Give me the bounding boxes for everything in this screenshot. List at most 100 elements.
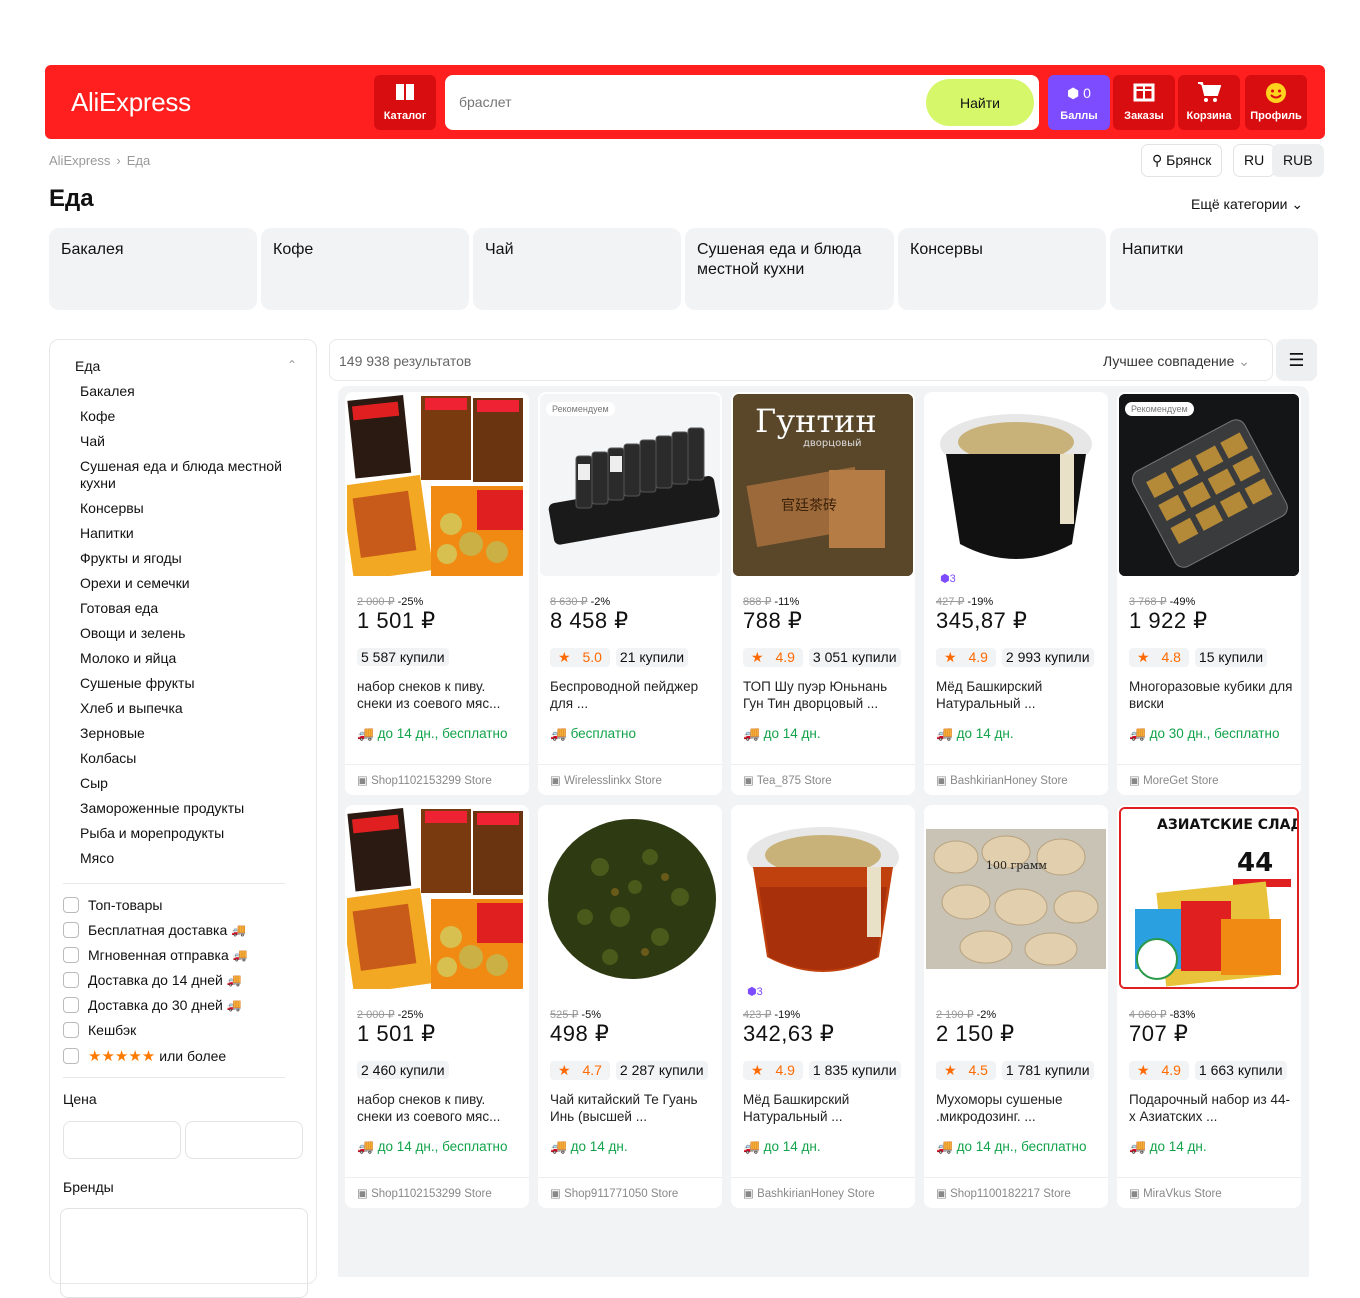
search-input[interactable] (459, 89, 919, 115)
sidebar-item[interactable]: Рыба и морепродукты (80, 825, 300, 842)
store-link[interactable]: ▣ Wirelesslinkx Store (538, 764, 722, 795)
product-image[interactable] (733, 807, 913, 989)
filter-instant-shipping[interactable]: Мгновенная отправка 🚚 (63, 947, 248, 963)
store-link[interactable]: ▣ Shop911771050 Store (538, 1177, 722, 1208)
store-link[interactable]: ▣ BashkirianHoney Store (924, 764, 1108, 795)
store-link[interactable]: ▣ Shop1100182217 Store (924, 1177, 1108, 1208)
store-link[interactable]: ▣ MiraVkus Store (1117, 1177, 1301, 1208)
product-image[interactable] (540, 807, 720, 989)
product-card[interactable]: АЗИАТСКИЕ СЛАДОСТИ 44 4 060 ₽-83% 707 ₽ ★… (1117, 805, 1301, 1208)
product-image[interactable]: Гунтин дворцовый 官廷茶砖 (733, 394, 913, 576)
product-card[interactable]: 2 000 ₽ -25% 1 501 ₽ 2 460 купили набор с… (345, 805, 529, 1208)
sidebar-item[interactable]: Сушеные фрукты (80, 675, 300, 692)
category-tile[interactable]: Кофе (261, 228, 469, 310)
list-view-button[interactable]: ☰ (1276, 339, 1317, 381)
product-card[interactable]: 2 000 ₽ -25% 1 501 ₽ 5 587 купили набор с… (345, 392, 529, 795)
product-card[interactable]: 100 грамм 2 190 ₽ -2% 2 150 ₽ ★ 4.5 1 781 … (924, 805, 1108, 1208)
sidebar-item[interactable]: Орехи и семечки (80, 575, 300, 592)
checkbox[interactable] (63, 1048, 79, 1064)
sort-dropdown[interactable]: Лучшее совпадение ⌄ (1103, 353, 1250, 370)
category-tile[interactable]: Бакалея (49, 228, 257, 310)
product-image[interactable]: 100 грамм (926, 807, 1106, 989)
chevron-up-icon[interactable]: ⌃ (287, 358, 297, 372)
price-min-input[interactable] (63, 1121, 181, 1159)
filter-free-delivery[interactable]: Бесплатная доставка 🚚 (63, 922, 246, 938)
sidebar-item[interactable]: Фрукты и ягоды (80, 550, 300, 567)
checkbox[interactable] (63, 947, 79, 963)
sidebar-item[interactable]: Консервы (80, 500, 300, 517)
filter-delivery-30[interactable]: Доставка до 30 дней 🚚 (63, 997, 242, 1013)
product-card[interactable]: ⬢3 423 ₽ -19% 342,63 ₽ ★ 4.9 1 835 купили … (731, 805, 915, 1208)
category-tile[interactable]: Напитки (1110, 228, 1318, 310)
filter-top-products[interactable]: Топ-товары (63, 897, 162, 913)
sidebar-item[interactable]: Сушеная еда и блюда местной кухни (80, 458, 300, 492)
sidebar-item[interactable]: Сыр (80, 775, 300, 792)
product-title[interactable]: набор снеков к пиву. снеки из соевого мя… (357, 678, 522, 712)
product-image[interactable] (926, 394, 1106, 576)
filter-delivery-14[interactable]: Доставка до 14 дней 🚚 (63, 972, 242, 988)
product-title[interactable]: Беспроводной пейджер для ... (550, 678, 715, 712)
product-title[interactable]: Чай китайский Те Гуань Инь (высшей ... (550, 1091, 715, 1125)
product-card[interactable]: Рекомендуем 8 630 ₽ -2% 8 458 ₽ ★ 5.0 21 к… (538, 392, 722, 795)
sidebar-item[interactable]: Замороженные продукты (80, 800, 300, 817)
filter-cashback[interactable]: Кешбэк (63, 1022, 136, 1038)
brands-list[interactable] (60, 1208, 308, 1298)
language-button[interactable]: RU (1233, 144, 1276, 177)
currency-button[interactable]: RUB (1272, 144, 1324, 177)
sidebar-item[interactable]: Колбасы (80, 750, 300, 767)
sidebar-item[interactable]: Хлеб и выпечка (80, 700, 300, 717)
points-button[interactable]: ⬢ 0 Баллы (1048, 75, 1110, 130)
product-card[interactable]: 525 ₽ -5% 498 ₽ ★ 4.7 2 287 купили Чай кит… (538, 805, 722, 1208)
store-link[interactable]: ▣ Shop1102153299 Store (345, 764, 529, 795)
product-card[interactable]: Рекомендуем 3 768 ₽ -49% 1 922 ₽ ★ 4.8 15 … (1117, 392, 1301, 795)
orders-button[interactable]: Заказы (1113, 75, 1175, 130)
sidebar-item[interactable]: Молоко и яйца (80, 650, 300, 667)
category-tile[interactable]: Сушеная еда и блюда местной кухни (685, 228, 894, 310)
checkbox[interactable] (63, 997, 79, 1013)
product-card[interactable]: Гунтин дворцовый 官廷茶砖 888 ₽ -11% 788 ₽ ★ 4.… (731, 392, 915, 795)
sidebar-item[interactable]: Чай (80, 433, 300, 450)
filter-rating[interactable]: ★★★★★ или более (63, 1047, 226, 1065)
product-title[interactable]: Мёд Башкирский Натуральный ... (936, 678, 1101, 712)
product-title[interactable]: Мёд Башкирский Натуральный ... (743, 1091, 908, 1125)
checkbox[interactable] (63, 1022, 79, 1038)
product-title[interactable]: набор снеков к пиву. снеки из соевого мя… (357, 1091, 522, 1125)
catalog-button[interactable]: Каталог (374, 75, 436, 130)
product-title[interactable]: Мухоморы сушеные .микродозинг. ... (936, 1091, 1101, 1125)
breadcrumb-current[interactable]: Еда (127, 153, 151, 168)
checkbox[interactable] (63, 922, 79, 938)
store-link[interactable]: ▣ Shop1102153299 Store (345, 1177, 529, 1208)
category-tile[interactable]: Консервы (898, 228, 1106, 310)
product-card[interactable]: ⬢3 427 ₽ -19% 345,87 ₽ ★ 4.9 2 993 купили … (924, 392, 1108, 795)
more-categories-button[interactable]: Ещё категории ⌄ (1191, 196, 1303, 213)
category-tile[interactable]: Чай (473, 228, 681, 310)
sidebar-item[interactable]: Готовая еда (80, 600, 300, 617)
profile-button[interactable]: Профиль (1245, 75, 1307, 130)
product-image[interactable] (347, 807, 527, 989)
sidebar-item[interactable]: Бакалея (80, 383, 300, 400)
sidebar-section-title[interactable]: Еда (75, 358, 100, 374)
location-button[interactable]: ⚲ Брянск (1141, 144, 1223, 177)
cart-button[interactable]: Корзина (1178, 75, 1240, 130)
product-title[interactable]: Подарочный набор из 44-х Азиатских ... (1129, 1091, 1294, 1125)
aliexpress-logo[interactable]: AliExpress (71, 87, 191, 118)
sidebar-item[interactable]: Кофе (80, 408, 300, 425)
sidebar-item[interactable]: Зерновые (80, 725, 300, 742)
product-image[interactable] (540, 394, 720, 576)
product-image[interactable] (347, 394, 527, 576)
price-max-input[interactable] (185, 1121, 303, 1159)
store-link[interactable]: ▣ Tea_875 Store (731, 764, 915, 795)
product-image[interactable]: АЗИАТСКИЕ СЛАДОСТИ 44 (1119, 807, 1299, 989)
product-image[interactable] (1119, 394, 1299, 576)
sidebar-item[interactable]: Мясо (80, 850, 300, 867)
store-link[interactable]: ▣ MoreGet Store (1117, 764, 1301, 795)
sidebar-item[interactable]: Напитки (80, 525, 300, 542)
checkbox[interactable] (63, 972, 79, 988)
sidebar-item[interactable]: Овощи и зелень (80, 625, 300, 642)
breadcrumb-home[interactable]: AliExpress (49, 153, 110, 168)
store-link[interactable]: ▣ BashkirianHoney Store (731, 1177, 915, 1208)
checkbox[interactable] (63, 897, 79, 913)
product-title[interactable]: Многоразовые кубики для виски (1129, 678, 1294, 712)
product-title[interactable]: ТОП Шу пуэр Юньнань Гун Тин дворцовый ..… (743, 678, 908, 712)
search-button[interactable]: Найти (926, 79, 1034, 126)
